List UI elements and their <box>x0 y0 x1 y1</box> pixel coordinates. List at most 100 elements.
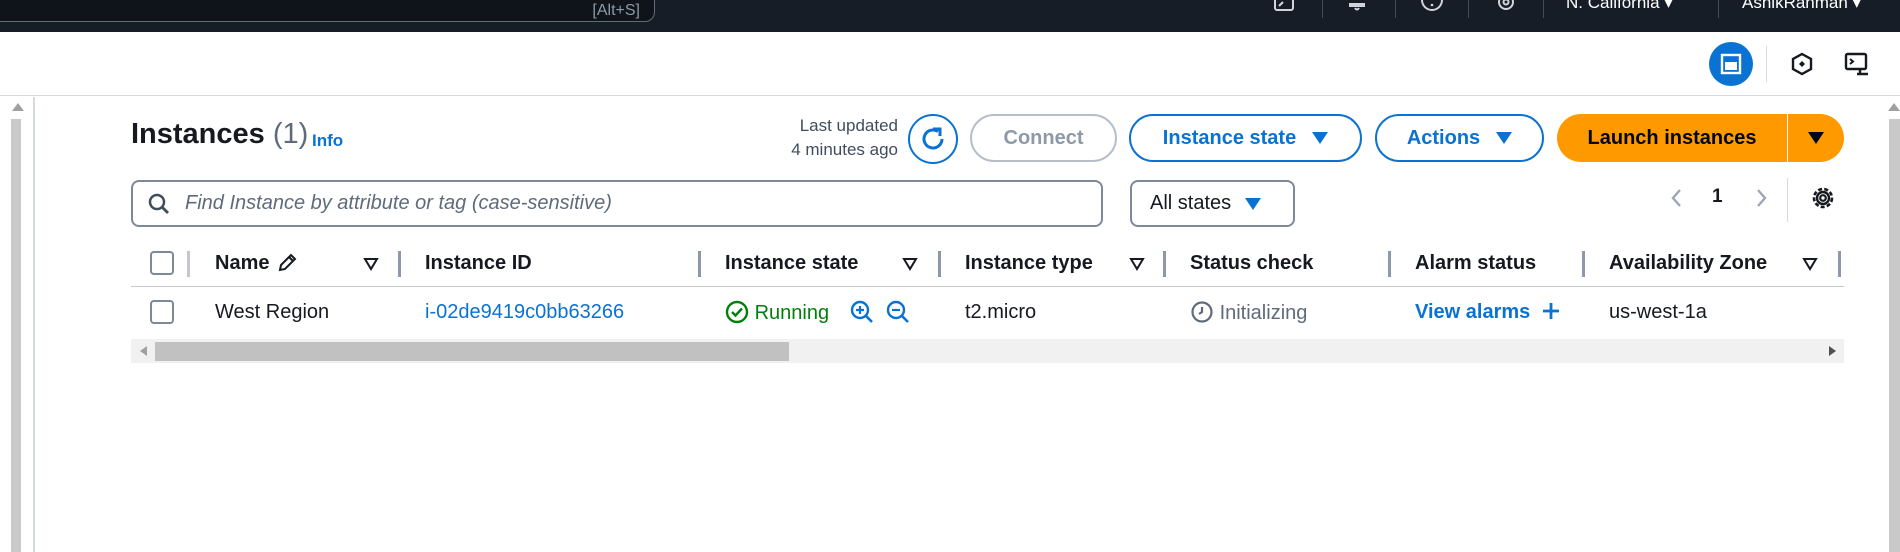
top-navigation-bar: [Alt+S] N. California ▾ AshikRahman ▾ <box>0 0 1900 32</box>
console-toolbar <box>0 32 1900 96</box>
launch-instances-button[interactable]: Launch instances <box>1557 114 1787 162</box>
caret-down-icon <box>1496 132 1513 144</box>
title-text: Instances <box>131 118 265 150</box>
cloudshell-icon[interactable] <box>1843 50 1871 78</box>
plus-icon[interactable] <box>1540 300 1562 322</box>
instance-type: t2.micro <box>965 301 1037 323</box>
info-link[interactable]: Info <box>312 131 343 151</box>
actions-label: Actions <box>1406 126 1481 149</box>
column-label: Instance ID <box>425 251 532 274</box>
sort-icon[interactable] <box>902 257 918 271</box>
instance-count: (1) <box>272 118 309 150</box>
nav-divider <box>1718 0 1719 18</box>
column-header-instance-state[interactable]: Instance state <box>725 240 858 286</box>
caret-down-icon <box>1245 197 1262 210</box>
instance-filter[interactable] <box>131 180 1103 227</box>
actions-button[interactable]: Actions <box>1375 114 1544 162</box>
left-scrollbar[interactable] <box>0 97 35 552</box>
column-label: Alarm status <box>1415 251 1537 274</box>
scrollbar-thumb[interactable] <box>11 119 21 552</box>
caret-down-icon <box>1312 132 1329 144</box>
launch-label: Launch instances <box>1587 126 1757 149</box>
panel-toggle-button[interactable] <box>1709 42 1753 86</box>
global-search-box[interactable]: [Alt+S] <box>0 0 655 22</box>
region-selector[interactable]: N. California ▾ <box>1566 0 1673 13</box>
current-page-number[interactable]: 1 <box>1712 186 1723 208</box>
pencil-icon <box>279 253 297 272</box>
column-header-availability-zone[interactable]: Availability Zone <box>1609 240 1767 286</box>
zoom-out-icon[interactable] <box>885 299 911 325</box>
gear-icon[interactable] <box>1809 184 1837 212</box>
instance-state-cell: Running <box>725 300 829 325</box>
instance-name: West Region <box>215 301 330 323</box>
next-page-icon[interactable] <box>1749 186 1773 210</box>
row-checkbox[interactable] <box>150 300 174 324</box>
caret-down-icon <box>1808 132 1824 144</box>
nav-divider <box>1468 0 1469 18</box>
resource-explorer-icon[interactable] <box>1788 50 1816 78</box>
last-updated-label: Last updated <box>799 116 898 135</box>
cloudshell-icon[interactable] <box>1272 0 1296 24</box>
column-label: Name <box>215 251 270 274</box>
sort-icon[interactable] <box>1802 257 1818 271</box>
refresh-button[interactable] <box>908 114 958 164</box>
refresh-icon <box>922 127 944 150</box>
column-divider[interactable] <box>938 251 941 277</box>
instance-id-link[interactable]: i-02de9419c0bb63266 <box>425 300 624 324</box>
column-header-instance-type[interactable]: Instance type <box>965 240 1093 286</box>
account-menu[interactable]: AshikRahman ▾ <box>1742 0 1861 13</box>
column-divider[interactable] <box>1388 251 1391 277</box>
last-updated-time: 4 minutes ago <box>791 140 898 159</box>
launch-options-dropdown[interactable] <box>1788 114 1844 162</box>
column-divider[interactable] <box>1838 251 1841 277</box>
bell-icon[interactable] <box>1345 0 1369 24</box>
column-header-alarm-status[interactable]: Alarm status <box>1415 240 1536 286</box>
gear-icon[interactable] <box>1494 0 1518 24</box>
scrollbar-thumb[interactable] <box>155 342 789 361</box>
instance-state-button[interactable]: Instance state <box>1129 114 1362 162</box>
table-horizontal-scrollbar[interactable] <box>131 339 1844 363</box>
column-divider[interactable] <box>398 251 401 277</box>
last-updated-text: Last updated 4 minutes ago <box>760 114 898 162</box>
instance-state-text: Running <box>754 302 830 324</box>
column-divider[interactable] <box>698 251 701 277</box>
zoom-in-icon[interactable] <box>849 299 875 325</box>
search-icon <box>148 193 169 214</box>
sort-icon[interactable] <box>363 257 379 271</box>
connect-button[interactable]: Connect <box>970 114 1117 162</box>
scrollbar-thumb[interactable] <box>1889 119 1900 552</box>
column-label: Instance type <box>965 251 1093 274</box>
toolbar-divider <box>1766 46 1767 82</box>
scroll-left-arrow[interactable] <box>140 346 147 356</box>
scroll-right-arrow[interactable] <box>1829 346 1836 356</box>
help-icon[interactable] <box>1420 0 1444 24</box>
nav-divider <box>1395 0 1396 18</box>
column-header-status-check[interactable]: Status check <box>1190 240 1313 286</box>
availability-zone: us-west-1a <box>1609 301 1707 323</box>
page-scrollbar[interactable] <box>1882 97 1900 552</box>
status-check-text: Initializing <box>1219 302 1308 324</box>
nav-divider <box>1322 0 1323 18</box>
state-filter-select[interactable]: All states <box>1130 180 1295 227</box>
column-label: Instance state <box>725 251 859 274</box>
page-title: Instances (1) <box>131 118 308 151</box>
clock-icon <box>1191 301 1213 323</box>
column-header-instance-id[interactable]: Instance ID <box>425 240 532 286</box>
view-alarms-label: View alarms <box>1415 301 1531 323</box>
select-all-checkbox[interactable] <box>150 251 174 275</box>
status-check-cell: Initializing <box>1190 300 1307 325</box>
column-divider[interactable] <box>1163 251 1166 277</box>
scroll-up-arrow[interactable] <box>1888 103 1900 111</box>
sort-icon[interactable] <box>1129 257 1145 271</box>
connect-label: Connect <box>1003 126 1084 149</box>
view-alarms-link[interactable]: View alarms <box>1415 300 1562 324</box>
pager-divider <box>1787 178 1788 222</box>
column-divider[interactable] <box>1582 251 1585 277</box>
previous-page-icon[interactable] <box>1665 186 1689 210</box>
scroll-up-arrow[interactable] <box>12 103 24 111</box>
instance-search-input[interactable] <box>185 182 1085 224</box>
column-divider <box>187 251 190 277</box>
column-label: Availability Zone <box>1609 251 1768 274</box>
column-label: Status check <box>1190 251 1314 274</box>
column-header-name[interactable]: Name <box>215 240 299 286</box>
